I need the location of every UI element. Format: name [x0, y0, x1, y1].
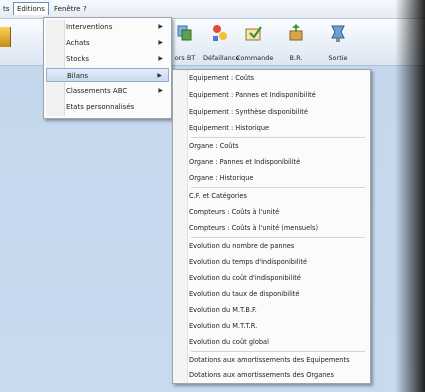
- editions-dropdown-menu: Interventions ▶ Achats ▶ Stocks ▶ Bilans…: [43, 17, 172, 119]
- menu-item-compteurs-couts-mensuels[interactable]: Compteurs : Coûts à l'unité (mensuels): [189, 222, 367, 234]
- menu-item-evolution-mttr[interactable]: Evolution du M.T.T.R.: [189, 320, 367, 332]
- menu-help[interactable]: ?: [80, 3, 90, 15]
- menu-item-dotations-equipements[interactable]: Dotations aux amortissements des Equipem…: [189, 354, 367, 366]
- menu-item-bilans[interactable]: Bilans ▶: [46, 68, 169, 82]
- menu-item-compteurs-couts[interactable]: Compteurs : Coûts à l'unité: [189, 206, 367, 218]
- menu-item-stocks[interactable]: Stocks ▶: [46, 52, 169, 66]
- menu-item-etats-personnalises[interactable]: Etats personnalisés: [46, 100, 169, 114]
- menu-item-evolution-cout-global[interactable]: Evolution du coût global: [189, 336, 367, 348]
- menu-fenetre[interactable]: Fenêtre: [51, 3, 83, 15]
- menu-editions[interactable]: Editions: [13, 2, 49, 15]
- toolbar-work-orders-button[interactable]: ors BT: [168, 21, 202, 63]
- submenu-arrow-icon: ▶: [158, 39, 163, 46]
- failure-icon: [213, 25, 227, 41]
- menu-item-organe-pannes[interactable]: Organe : Pannes et Indisponibilité: [189, 156, 367, 168]
- menu-item-equipement-couts[interactable]: Equipement : Coûts: [189, 72, 367, 84]
- submenu-arrow-icon: ▶: [158, 55, 163, 62]
- order-icon: [245, 26, 262, 41]
- menu-outils[interactable]: ts: [0, 3, 12, 15]
- folder-icon[interactable]: [0, 27, 11, 47]
- submenu-arrow-icon: ▶: [157, 72, 162, 79]
- menu-item-dotations-organes[interactable]: Dotations aux amortissements des Organes: [189, 369, 367, 381]
- menu-item-equipement-pannes[interactable]: Equipement : Pannes et Indisponibilité: [189, 89, 367, 101]
- menu-item-evolution-taux-dispo[interactable]: Evolution du taux de disponibilité: [189, 288, 367, 300]
- menu-item-interventions[interactable]: Interventions ▶: [46, 20, 169, 34]
- menu-item-achats[interactable]: Achats ▶: [46, 36, 169, 50]
- menu-item-equipement-synthese[interactable]: Equipement : Synthèse disponibilité: [189, 106, 367, 118]
- menu-item-cf-categories[interactable]: C.F. et Catégories: [189, 190, 367, 202]
- menu-item-evolution-mtbf[interactable]: Evolution du M.T.B.F.: [189, 304, 367, 316]
- menu-separator: [191, 137, 365, 139]
- delivery-icon: [289, 24, 303, 41]
- application-window: ts Editions Fenêtre ? ors BT Défaillance: [0, 0, 425, 392]
- toolbar-failure-button[interactable]: Défaillance: [203, 21, 239, 63]
- menu-item-classements-abc[interactable]: Classements ABC ▶: [46, 84, 169, 98]
- menu-item-evolution-temps-indispo[interactable]: Evolution du temps d'indisponibilité: [189, 256, 367, 268]
- submenu-arrow-icon: ▶: [158, 23, 163, 30]
- menu-item-organe-couts[interactable]: Organe : Coûts: [189, 140, 367, 152]
- menu-item-evolution-cout-indispo[interactable]: Evolution du coût d'indisponibilité: [189, 272, 367, 284]
- menu-separator: [191, 237, 365, 239]
- menu-separator: [191, 351, 365, 353]
- menu-item-organe-historique[interactable]: Organe : Historique: [189, 172, 367, 184]
- bilans-submenu: Equipement : Coûts Equipement : Pannes e…: [172, 69, 371, 384]
- toolbar-exit-button[interactable]: Sortie: [324, 21, 352, 63]
- menu-separator: [191, 187, 365, 189]
- submenu-arrow-icon: ▶: [158, 87, 163, 94]
- toolbar-order-button[interactable]: Commande: [236, 21, 273, 63]
- menu-item-equipement-historique[interactable]: Equipement : Historique: [189, 122, 367, 134]
- work-order-icon: [177, 25, 192, 41]
- menu-item-evolution-pannes[interactable]: Evolution du nombre de pannes: [189, 240, 367, 252]
- toolbar-delivery-button[interactable]: B.R.: [282, 21, 310, 63]
- exit-icon: [331, 25, 345, 42]
